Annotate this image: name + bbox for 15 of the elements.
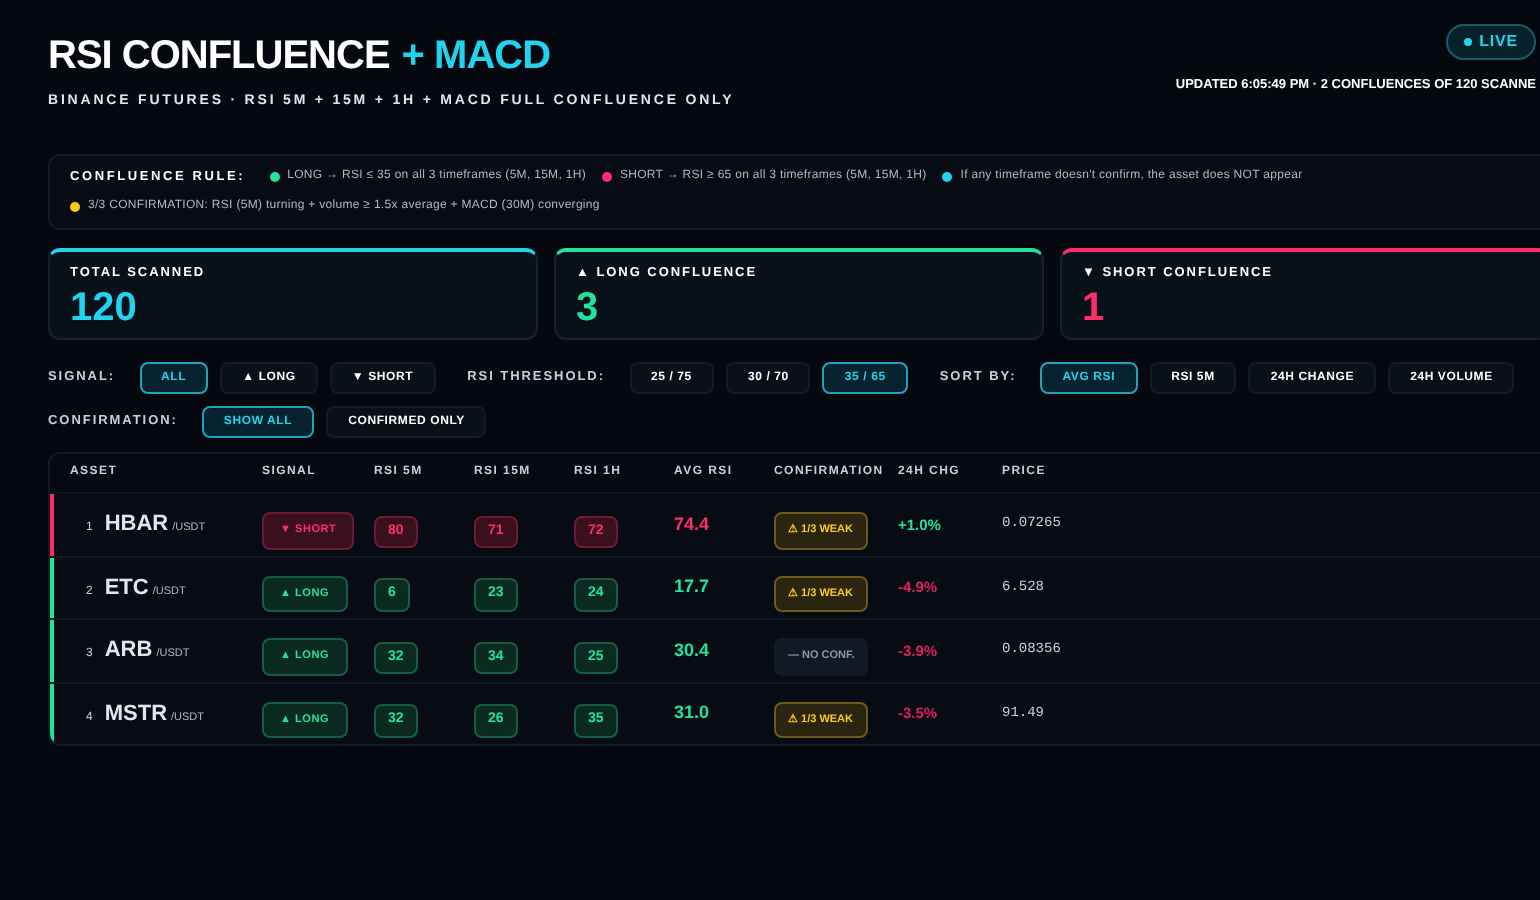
avg-rsi: 74.4 [674, 511, 712, 538]
dot-icon [1463, 38, 1472, 46]
avg-rsi: 17.7 [674, 574, 712, 601]
asset-symbol: MSTR [104, 699, 168, 730]
asset-symbol: HBAR [104, 510, 169, 541]
stat-value: 120 [70, 288, 139, 328]
avg-rsi: 31.0 [674, 700, 712, 727]
asset-symbol: ETC [104, 573, 149, 604]
page-title-accent: + MACD [401, 36, 551, 76]
asset-symbol: ARB [104, 636, 153, 667]
stat-value: 1 [1082, 288, 1107, 328]
live-badge: LIVE [1445, 24, 1536, 60]
stat-value: 3 [576, 288, 601, 328]
avg-rsi: 30.4 [674, 637, 712, 664]
page-title: RSI CONFLUENCE [48, 36, 390, 76]
